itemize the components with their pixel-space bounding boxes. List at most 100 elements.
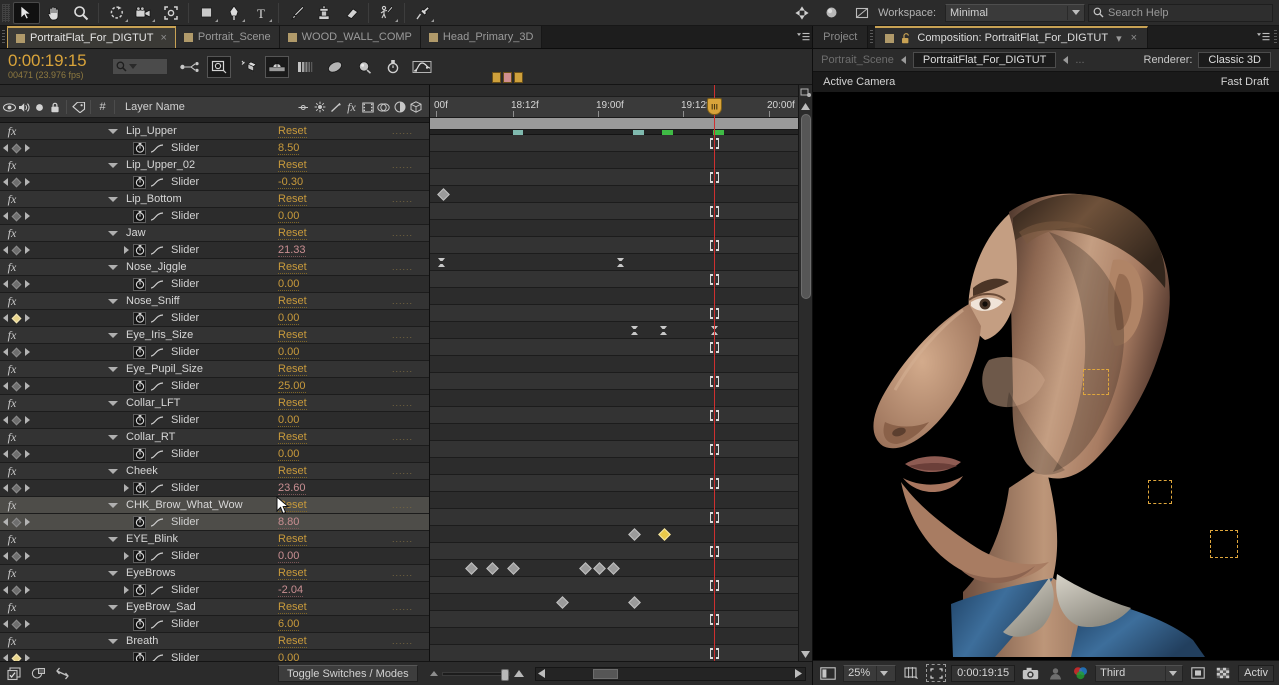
disclosure-triangle[interactable] <box>108 230 118 236</box>
prev-keyframe-arrow[interactable] <box>3 348 8 356</box>
keyframe-marker[interactable] <box>437 188 450 201</box>
property-value[interactable]: 0.00 <box>278 550 300 563</box>
keyframe-marker[interactable] <box>486 562 499 575</box>
stopwatch-icon[interactable] <box>133 651 146 661</box>
effect-name[interactable]: Eye_Iris_Size <box>126 329 193 341</box>
reset-link[interactable]: Reset <box>278 601 307 614</box>
disclosure-triangle[interactable] <box>108 400 118 406</box>
value-cell[interactable]: 25.00 <box>278 380 306 393</box>
panel-menu-icon[interactable] <box>794 26 812 48</box>
prev-keyframe-arrow[interactable] <box>3 654 8 661</box>
reset-cell[interactable]: Reset <box>278 465 307 478</box>
current-time-indicator[interactable] <box>714 85 715 661</box>
next-keyframe-arrow[interactable] <box>25 586 30 594</box>
keyframe-navigator[interactable] <box>0 313 50 323</box>
fx-icon[interactable]: fx <box>0 600 24 615</box>
reset-cell[interactable]: Reset <box>278 329 307 342</box>
keyframe-track[interactable] <box>430 577 799 594</box>
prev-keyframe-arrow[interactable] <box>3 212 8 220</box>
reset-link[interactable]: Reset <box>278 295 307 308</box>
property-value[interactable]: 0.00 <box>278 652 300 661</box>
graph-curve-icon[interactable] <box>151 177 165 188</box>
stopwatch-icon[interactable] <box>133 209 146 223</box>
property-name[interactable]: Slider <box>171 210 199 222</box>
effect-row[interactable]: fx Eye_Pupil_Size Reset...... <box>0 361 429 378</box>
next-keyframe-arrow[interactable] <box>25 314 30 322</box>
disclosure-triangle[interactable] <box>108 162 118 168</box>
property-name[interactable]: Slider <box>171 278 199 290</box>
property-row[interactable]: Slider 23.60 <box>0 480 429 497</box>
timeline-horizontal-scrollbar[interactable] <box>535 666 807 681</box>
keyframe-track[interactable] <box>430 390 799 407</box>
next-keyframe-arrow[interactable] <box>25 212 30 220</box>
effect-name[interactable]: Lip_Upper <box>126 125 177 137</box>
keyframe-navigator[interactable] <box>0 517 50 527</box>
breadcrumb-flip-icon[interactable] <box>900 56 906 64</box>
effect-row[interactable]: fx Lip_Bottom Reset...... <box>0 191 429 208</box>
graph-curve-icon[interactable] <box>151 585 165 596</box>
keyframe-track[interactable] <box>430 152 799 169</box>
graph-curve-icon[interactable] <box>151 653 165 661</box>
hide-shy-layers-icon[interactable] <box>236 56 260 78</box>
property-name[interactable]: Slider <box>171 380 199 392</box>
chevron-down-icon[interactable]: ▾ <box>1116 32 1122 45</box>
next-keyframe-arrow[interactable] <box>25 382 30 390</box>
property-expand-triangle[interactable] <box>124 484 129 492</box>
toolbar-grip[interactable] <box>2 3 10 22</box>
reset-link[interactable]: Reset <box>278 635 307 648</box>
prev-keyframe-arrow[interactable] <box>3 280 8 288</box>
reset-link[interactable]: Reset <box>278 329 307 342</box>
property-value[interactable]: 8.50 <box>278 142 300 155</box>
prev-keyframe-arrow[interactable] <box>3 518 8 526</box>
property-name[interactable]: Slider <box>171 346 199 358</box>
shape-tool[interactable] <box>193 2 220 24</box>
scroll-down-arrow[interactable] <box>799 647 813 661</box>
value-cell[interactable]: 0.00 <box>278 346 300 359</box>
property-value[interactable]: 0.00 <box>278 346 300 359</box>
keyframe-track[interactable] <box>430 254 799 271</box>
prev-keyframe-arrow[interactable] <box>3 246 8 254</box>
motion-blur-icon[interactable] <box>376 102 391 113</box>
effect-name[interactable]: Breath <box>126 635 158 647</box>
camera-tool[interactable] <box>130 2 157 24</box>
effect-row[interactable]: fx Collar_RT Reset...... <box>0 429 429 446</box>
reset-link[interactable]: Reset <box>278 227 307 240</box>
channel-rgb-icon[interactable] <box>1070 664 1090 682</box>
effect-name[interactable]: Nose_Sniff <box>126 295 180 307</box>
prev-keyframe-arrow[interactable] <box>3 178 8 186</box>
add-keyframe-diamond[interactable] <box>11 279 22 289</box>
reset-link[interactable]: Reset <box>278 397 307 410</box>
fx-icon[interactable]: fx <box>0 158 24 173</box>
add-keyframe-diamond[interactable] <box>11 551 22 561</box>
keyframe-navigator[interactable] <box>0 177 50 187</box>
quality-icon[interactable] <box>328 102 343 113</box>
keyframe-track[interactable] <box>430 169 799 186</box>
keyframe-track[interactable] <box>430 526 799 543</box>
fx-icon[interactable]: fx <box>0 226 24 241</box>
zoom-slider-track[interactable] <box>442 668 510 681</box>
next-keyframe-arrow[interactable] <box>25 280 30 288</box>
prev-keyframe-arrow[interactable] <box>3 416 8 424</box>
comp-marker-2[interactable] <box>503 72 512 83</box>
tabbar-grip[interactable] <box>0 26 7 48</box>
comp-tab-2[interactable]: WOOD_WALL_COMP <box>279 26 421 48</box>
keyframe-marker[interactable] <box>556 596 569 609</box>
effect-name[interactable]: Collar_LFT <box>126 397 180 409</box>
keyframe-navigator[interactable] <box>0 551 50 561</box>
fx-icon[interactable]: fx <box>0 328 24 343</box>
reset-cell[interactable]: Reset <box>278 261 307 274</box>
chevron-down-icon[interactable] <box>129 64 137 69</box>
keyframe-marker[interactable] <box>631 326 638 335</box>
value-cell[interactable]: 21.33 <box>278 244 306 257</box>
viewer-panel-menu-icon[interactable] <box>1254 26 1272 48</box>
effect-name[interactable]: EyeBrows <box>126 567 176 579</box>
keyframe-track[interactable] <box>430 203 799 220</box>
keyframe-navigator[interactable] <box>0 279 50 289</box>
effect-row[interactable]: fx EyeBrow_Sad Reset...... <box>0 599 429 616</box>
add-keyframe-diamond[interactable] <box>11 517 22 527</box>
value-cell[interactable]: 6.00 <box>278 618 300 631</box>
keyframe-marker[interactable] <box>579 562 592 575</box>
reset-cell[interactable]: Reset <box>278 125 307 138</box>
zoom-slider-knob[interactable] <box>501 668 509 681</box>
disclosure-triangle[interactable] <box>108 196 118 202</box>
